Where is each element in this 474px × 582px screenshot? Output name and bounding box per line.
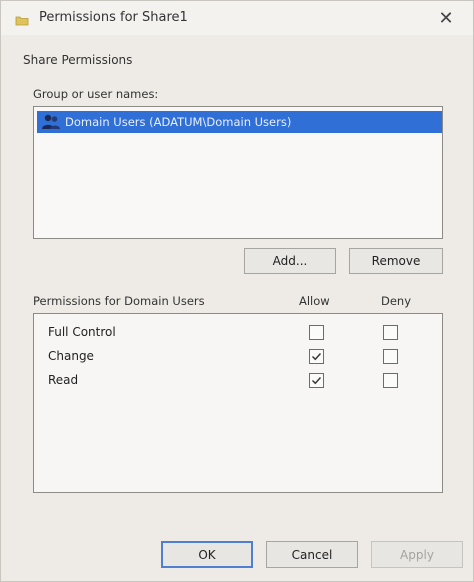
close-button[interactable]: ✕	[433, 6, 459, 30]
permissions-for-label: Permissions for Domain Users	[33, 294, 205, 308]
full-control-deny-checkbox[interactable]	[383, 325, 398, 340]
change-allow-checkbox[interactable]	[309, 349, 324, 364]
permission-name: Change	[48, 349, 94, 363]
group-or-user-names-label: Group or user names:	[33, 87, 159, 101]
read-allow-checkbox[interactable]	[309, 373, 324, 388]
add-button[interactable]: Add...	[244, 248, 336, 274]
permission-row-change: Change	[34, 346, 442, 368]
list-item-domain-users[interactable]: Domain Users (ADATUM\Domain Users)	[37, 111, 442, 133]
permissions-dialog: Permissions for Share1 ✕ Share Permissio…	[0, 0, 474, 582]
tab-share-permissions[interactable]: Share Permissions	[23, 53, 132, 67]
permission-name: Read	[48, 373, 79, 387]
users-group-icon	[41, 113, 61, 131]
permission-row-full-control: Full Control	[34, 322, 442, 344]
apply-button[interactable]: Apply	[371, 541, 463, 568]
permission-row-read: Read	[34, 370, 442, 392]
permissions-list: Full Control Change Read	[33, 313, 443, 493]
change-deny-checkbox[interactable]	[383, 349, 398, 364]
ok-button[interactable]: OK	[161, 541, 253, 568]
cancel-button[interactable]: Cancel	[266, 541, 358, 568]
window-title: Permissions for Share1	[39, 10, 188, 25]
deny-column-header: Deny	[381, 294, 412, 308]
title-bar: Permissions for Share1 ✕	[1, 1, 473, 35]
group-user-list[interactable]: Domain Users (ADATUM\Domain Users)	[33, 106, 443, 239]
share-folder-icon	[15, 11, 29, 26]
permission-name: Full Control	[48, 325, 116, 339]
allow-column-header: Allow	[299, 294, 330, 308]
close-icon: ✕	[438, 7, 454, 29]
full-control-allow-checkbox[interactable]	[309, 325, 324, 340]
read-deny-checkbox[interactable]	[383, 373, 398, 388]
user-name-label: Domain Users (ADATUM\Domain Users)	[65, 115, 292, 129]
remove-button[interactable]: Remove	[349, 248, 443, 274]
